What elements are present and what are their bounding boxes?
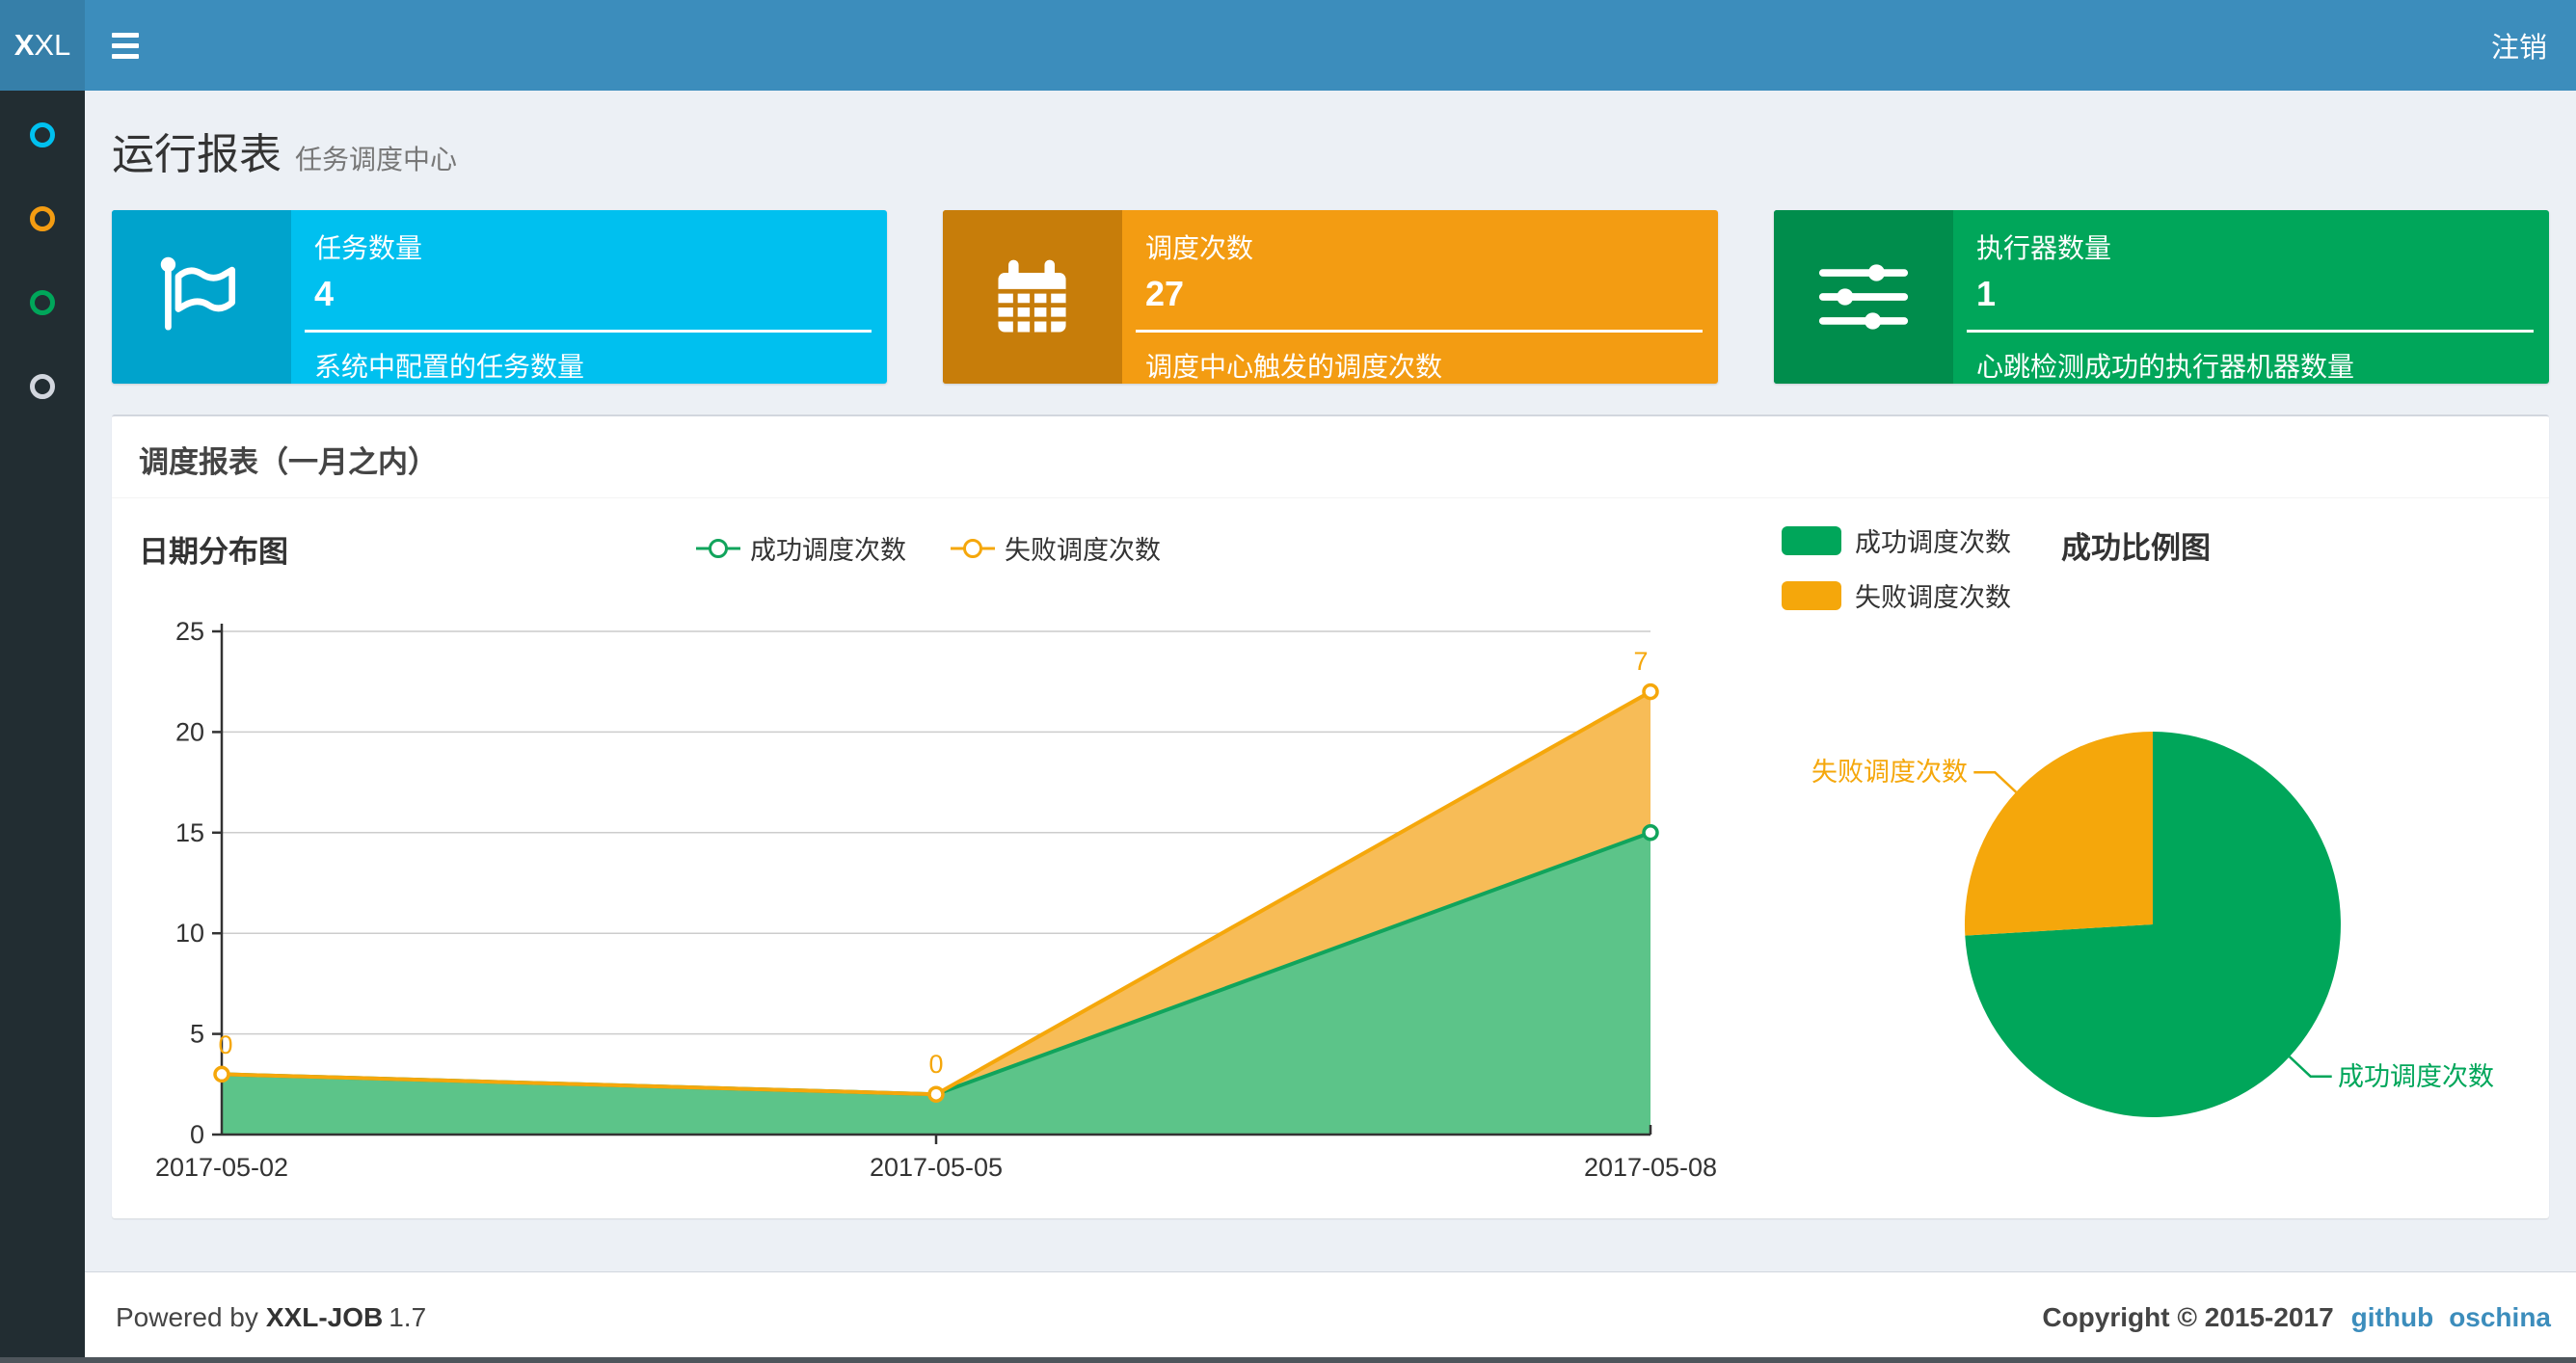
page-subtitle: 任务调度中心 [295, 145, 458, 174]
top-navbar: X XL 注销 [0, 0, 2576, 91]
calendar-icon [943, 210, 1122, 384]
stat-desc: 系统中配置的任务数量 [314, 352, 585, 382]
success-ratio-pie-chart[interactable]: 失败调度次数 成功调度次数 [1735, 591, 2549, 1208]
success-point[interactable] [1642, 824, 1659, 842]
success-slice-label: 成功调度次数 [2338, 1062, 2494, 1091]
x-tick: 2017-05-02 [155, 1153, 288, 1182]
fail-point[interactable] [927, 1085, 945, 1103]
logout-link[interactable]: 注销 [2491, 25, 2547, 66]
x-tick: 2017-05-05 [870, 1153, 1003, 1182]
app-logo[interactable]: X XL [0, 0, 85, 91]
y-tick: 15 [175, 818, 204, 847]
logo-rest: XL [34, 28, 71, 62]
page-head: 运行报表 任务调度中心 [112, 120, 2549, 183]
sidebar-item-report[interactable] [0, 122, 85, 206]
circle-icon [30, 122, 55, 147]
point-label: 0 [928, 1050, 943, 1079]
y-tick: 25 [175, 617, 204, 646]
date-distribution-chart[interactable]: 25 20 15 10 5 0 2017-05-02 2017-05-05 20… [139, 591, 1739, 1227]
legend-label: 成功调度次数 [750, 536, 906, 565]
footer: Powered by XXL-JOB 1.7 Copyright © 2015-20… [85, 1271, 2576, 1363]
fail-point[interactable] [1642, 682, 1659, 701]
legend-label: 失败调度次数 [1005, 536, 1161, 565]
green-swatch-icon [1782, 525, 1841, 555]
line-legend-icon [951, 538, 995, 558]
legend-item-success[interactable]: 成功调度次数 [1782, 521, 2011, 559]
stat-label: 调度次数 [1145, 233, 1254, 263]
sidebar-toggle-icon[interactable] [112, 23, 156, 67]
fail-slice[interactable] [1964, 732, 2153, 936]
success-label-line [2288, 1056, 2332, 1079]
stat-desc: 调度中心触发的调度次数 [1145, 352, 1443, 382]
pie-chart-title: 成功比例图 [2061, 531, 2211, 565]
flag-icon [112, 210, 291, 384]
product-version: 1.7 [389, 1302, 427, 1332]
schedule-report-panel: 调度报表（一月之内） 日期分布图 成功调度次数 失败调度次数 25 20 15 … [112, 414, 2549, 1218]
sliders-icon [1774, 210, 1953, 384]
panel-title: 调度报表（一月之内） [139, 445, 438, 479]
point-label: 0 [218, 1030, 232, 1059]
fail-point[interactable] [213, 1065, 230, 1083]
legend-item-fail[interactable]: 失败调度次数 [951, 529, 1161, 567]
sidebar [0, 91, 85, 1363]
oschina-link[interactable]: oschina [2449, 1302, 2551, 1333]
circle-icon [30, 206, 55, 231]
stat-value: 27 [1145, 274, 1185, 313]
stat-value: 4 [314, 274, 335, 313]
stat-desc: 心跳检测成功的执行器机器数量 [1976, 352, 2355, 382]
y-tick: 5 [190, 1020, 204, 1049]
line-chart-legend: 成功调度次数 失败调度次数 [696, 529, 1161, 567]
circle-icon [30, 374, 55, 399]
stat-label: 任务数量 [314, 233, 423, 263]
content-area: 运行报表 任务调度中心 任务数量 4 系统中配置的任务数量 调度次数 27 调度… [85, 91, 2576, 1271]
copyright-text: Copyright © 2015-2017 [2042, 1302, 2334, 1332]
trigger-count-box: 调度次数 27 调度中心触发的调度次数 [943, 210, 1718, 384]
sidebar-item-help[interactable] [0, 374, 85, 458]
stat-label: 执行器数量 [1976, 233, 2112, 263]
point-label: 7 [1633, 647, 1648, 676]
fail-label-line [1973, 770, 2018, 793]
github-link[interactable]: github [2351, 1302, 2434, 1333]
page-title: 运行报表 [112, 131, 282, 178]
executor-count-box: 执行器数量 1 心跳检测成功的执行器机器数量 [1774, 210, 2549, 384]
y-tick: 20 [175, 717, 204, 746]
line-chart-title: 日期分布图 [139, 535, 288, 569]
sidebar-item-executor[interactable] [0, 290, 85, 374]
sidebar-item-job[interactable] [0, 206, 85, 290]
powered-by-text: Powered by XXL-JOB 1.7 [116, 1302, 427, 1332]
y-tick: 10 [175, 919, 204, 948]
stat-value: 1 [1976, 274, 1997, 313]
line-legend-icon [696, 538, 740, 558]
fail-slice-label: 失败调度次数 [1811, 758, 1968, 787]
legend-item-success[interactable]: 成功调度次数 [696, 529, 906, 567]
logo-bold: X [13, 28, 35, 62]
job-count-box: 任务数量 4 系统中配置的任务数量 [112, 210, 887, 384]
x-tick: 2017-05-08 [1584, 1153, 1717, 1182]
window-bottom-edge [0, 1357, 2576, 1363]
circle-icon [30, 290, 55, 315]
legend-label: 成功调度次数 [1855, 528, 2011, 557]
product-name: XXL-JOB [265, 1302, 384, 1332]
y-tick: 0 [190, 1120, 204, 1149]
